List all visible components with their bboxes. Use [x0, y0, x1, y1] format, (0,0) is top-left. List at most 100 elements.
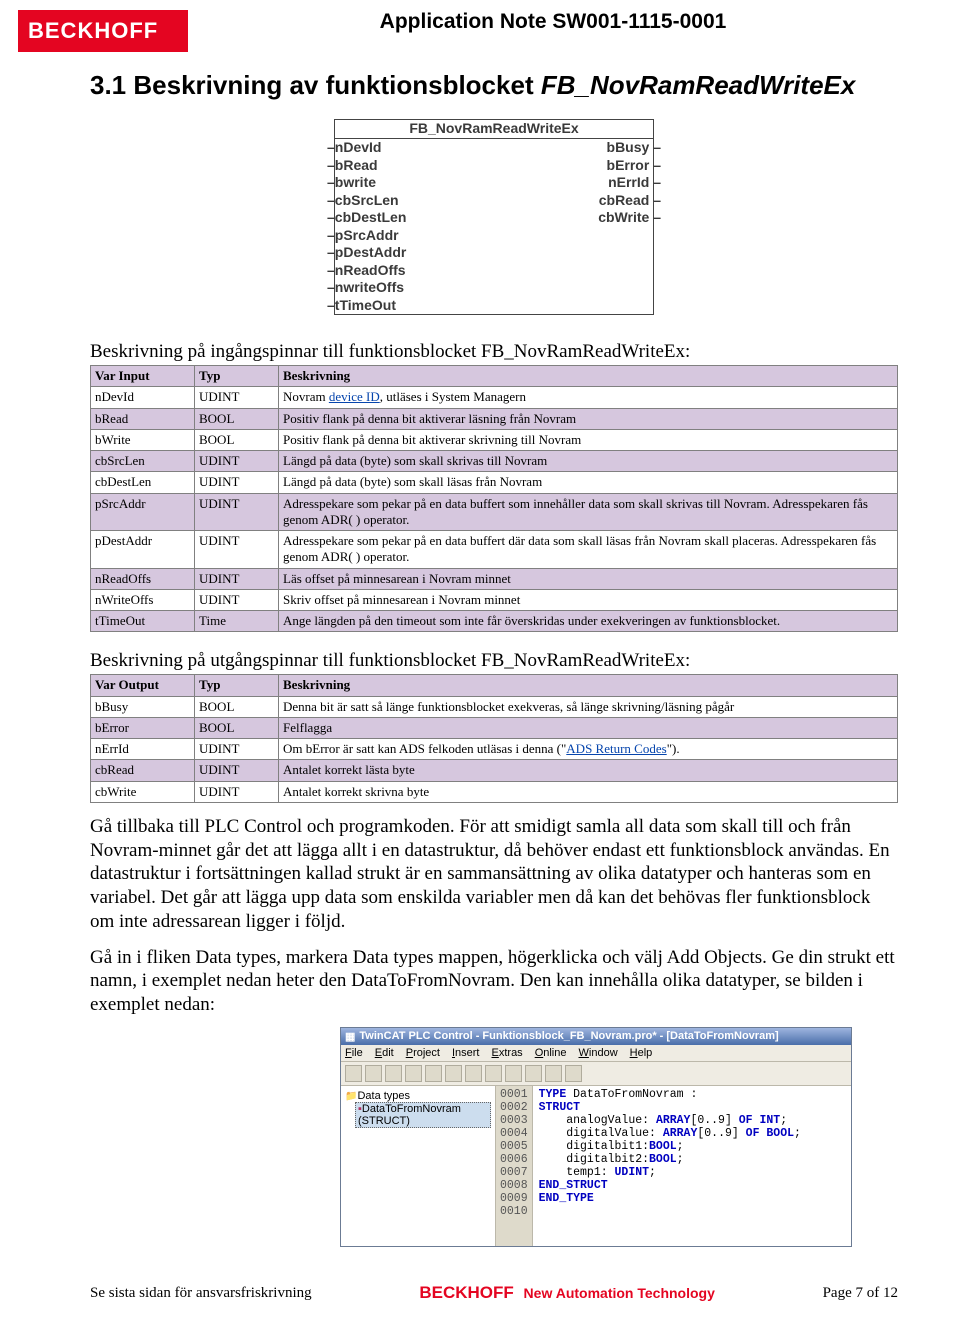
document-title: Application Note SW001-1115-0001: [208, 10, 898, 34]
section-fb-name: FB_NovRamReadWriteEx: [541, 70, 856, 100]
toolbar-button[interactable]: [525, 1065, 542, 1082]
fb-pin-row: pSrcAddr: [335, 227, 653, 245]
toolbar-button[interactable]: [425, 1065, 442, 1082]
fb-pin-row: nReadOffs: [335, 262, 653, 280]
cell-desc: Adresspekare som pekar på en data buffer…: [279, 493, 898, 531]
brand-logo-text: BECKHOFF: [28, 18, 158, 44]
menu-item[interactable]: Edit: [375, 1047, 394, 1059]
cell-type: UDINT: [195, 760, 279, 781]
footer-tagline: New Automation Technology: [524, 1285, 715, 1301]
ide-tree[interactable]: Data types DataToFromNovram (STRUCT): [341, 1086, 496, 1246]
table-row: nErrIdUDINTOm bError är satt kan ADS fel…: [91, 739, 898, 760]
cell-name: bBusy: [91, 696, 195, 717]
cell-type: UDINT: [195, 472, 279, 493]
table-row: bBusyBOOLDenna bit är satt så länge funk…: [91, 696, 898, 717]
cell-name: cbDestLen: [91, 472, 195, 493]
footer-disclaimer: Se sista sidan för ansvarsfriskrivning: [90, 1285, 312, 1302]
cell-type: UDINT: [195, 387, 279, 408]
fb-pin-row: cbSrcLencbRead: [335, 192, 653, 210]
cell-type: UDINT: [195, 451, 279, 472]
tree-struct-item[interactable]: DataToFromNovram (STRUCT): [355, 1102, 491, 1128]
body-paragraph-2: Gå in i fliken Data types, markera Data …: [90, 946, 898, 1017]
toolbar-button[interactable]: [365, 1065, 382, 1082]
section-heading: 3.1 Beskrivning av funktionsblocket FB_N…: [90, 70, 898, 101]
th-var-output: Var Output: [91, 675, 195, 696]
function-block-diagram: FB_NovRamReadWriteEx nDevIdbBusybReadbEr…: [334, 119, 654, 315]
table-row: pDestAddrUDINTAdresspekare som pekar på …: [91, 531, 898, 569]
table-row: nWriteOffsUDINTSkriv offset på minnesare…: [91, 589, 898, 610]
fb-pin-row: nDevIdbBusy: [335, 139, 653, 157]
cell-name: pDestAddr: [91, 531, 195, 569]
cell-type: UDINT: [195, 781, 279, 802]
toolbar-button[interactable]: [465, 1065, 482, 1082]
fb-pin-row: cbDestLencbWrite: [335, 209, 653, 227]
cell-desc: Denna bit är satt så länge funktionsbloc…: [279, 696, 898, 717]
section-number: 3.1: [90, 70, 126, 100]
ide-menubar[interactable]: File Edit Project Insert Extras Online Window H…: [341, 1045, 851, 1062]
toolbar-button[interactable]: [565, 1065, 582, 1082]
ide-editor[interactable]: 0001 0002 0003 0004 0005 0006 0007 0008 …: [496, 1086, 851, 1246]
cell-name: nWriteOffs: [91, 589, 195, 610]
cell-name: tTimeOut: [91, 611, 195, 632]
menu-item[interactable]: Online: [535, 1047, 567, 1059]
th-var-input: Var Input: [91, 366, 195, 387]
menu-item[interactable]: Project: [406, 1047, 440, 1059]
th-desc-out: Beskrivning: [279, 675, 898, 696]
menu-item[interactable]: Help: [630, 1047, 653, 1059]
cell-name: nReadOffs: [91, 568, 195, 589]
toolbar-button[interactable]: [545, 1065, 562, 1082]
cell-type: BOOL: [195, 696, 279, 717]
cell-desc: Positiv flank på denna bit aktiverar skr…: [279, 429, 898, 450]
fb-pin-row: bReadbError: [335, 157, 653, 175]
th-desc: Beskrivning: [279, 366, 898, 387]
cell-desc: Adresspekare som pekar på en data buffer…: [279, 531, 898, 569]
link[interactable]: ADS Return Codes: [566, 741, 666, 756]
table-row: cbReadUDINTAntalet korrekt lästa byte: [91, 760, 898, 781]
cell-desc: Längd på data (byte) som skall läsas frå…: [279, 472, 898, 493]
table-row: cbDestLenUDINTLängd på data (byte) som s…: [91, 472, 898, 493]
menu-item[interactable]: Insert: [452, 1047, 480, 1059]
cell-desc: Novram device ID, utläses i System Manag…: [279, 387, 898, 408]
cell-type: Time: [195, 611, 279, 632]
table-row: cbSrcLenUDINTLängd på data (byte) som sk…: [91, 451, 898, 472]
ide-app-icon: ▦: [345, 1030, 355, 1043]
cell-type: UDINT: [195, 568, 279, 589]
toolbar-button[interactable]: [485, 1065, 502, 1082]
menu-item[interactable]: Window: [579, 1047, 618, 1059]
cell-desc: Antalet korrekt lästa byte: [279, 760, 898, 781]
toolbar-button[interactable]: [445, 1065, 462, 1082]
toolbar-button[interactable]: [505, 1065, 522, 1082]
cell-desc: Läs offset på minnesarean i Novram minne…: [279, 568, 898, 589]
output-table-caption: Beskrivning på utgångspinnar till funkti…: [90, 650, 898, 672]
menu-item[interactable]: Extras: [492, 1047, 523, 1059]
table-row: tTimeOutTimeAnge längden på den timeout …: [91, 611, 898, 632]
table-row: pSrcAddrUDINTAdresspekare som pekar på e…: [91, 493, 898, 531]
table-row: nReadOffsUDINTLäs offset på minnesarean …: [91, 568, 898, 589]
body-paragraph-1: Gå tillbaka till PLC Control och program…: [90, 815, 898, 934]
cell-name: pSrcAddr: [91, 493, 195, 531]
menu-item[interactable]: File: [345, 1047, 363, 1059]
toolbar-button[interactable]: [405, 1065, 422, 1082]
fb-pin-row: tTimeOut: [335, 297, 653, 315]
fb-pin-row: bwritenErrId: [335, 174, 653, 192]
cell-type: BOOL: [195, 717, 279, 738]
cell-type: UDINT: [195, 531, 279, 569]
cell-desc: Positiv flank på denna bit aktiverar läs…: [279, 408, 898, 429]
ide-toolbar[interactable]: [341, 1062, 851, 1086]
table-row: bWriteBOOLPositiv flank på denna bit akt…: [91, 429, 898, 450]
footer-logo-group: BECKHOFF New Automation Technology: [419, 1283, 715, 1303]
ide-code[interactable]: TYPE DataToFromNovram : STRUCT analogVal…: [533, 1086, 807, 1246]
cell-desc: Antalet korrekt skrivna byte: [279, 781, 898, 802]
cell-name: cbRead: [91, 760, 195, 781]
table-row: cbWriteUDINTAntalet korrekt skrivna byte: [91, 781, 898, 802]
cell-desc: Om bError är satt kan ADS felkoden utläs…: [279, 739, 898, 760]
table-row: nDevIdUDINTNovram device ID, utläses i S…: [91, 387, 898, 408]
toolbar-button[interactable]: [385, 1065, 402, 1082]
th-type-out: Typ: [195, 675, 279, 696]
table-row: bReadBOOLPositiv flank på denna bit akti…: [91, 408, 898, 429]
link[interactable]: device ID: [329, 389, 380, 404]
tree-folder[interactable]: Data types: [345, 1090, 491, 1102]
cell-desc: Felflagga: [279, 717, 898, 738]
toolbar-button[interactable]: [345, 1065, 362, 1082]
ide-gutter: 0001 0002 0003 0004 0005 0006 0007 0008 …: [496, 1086, 533, 1246]
